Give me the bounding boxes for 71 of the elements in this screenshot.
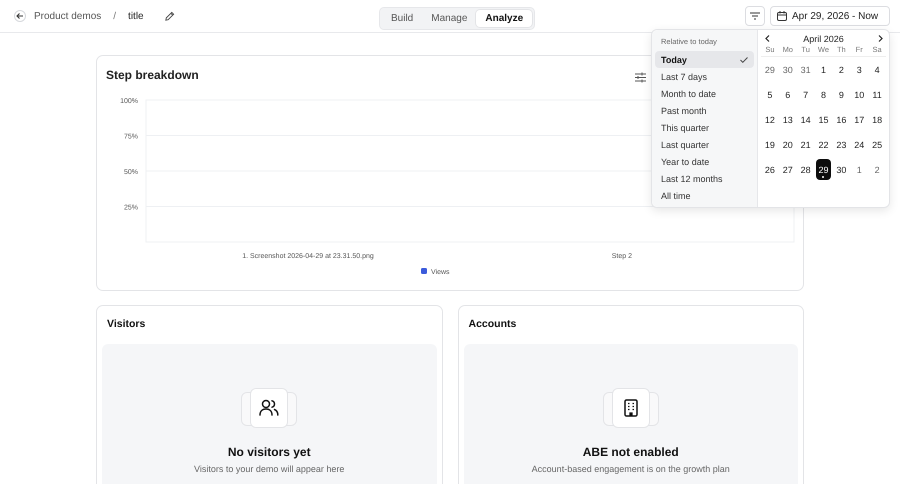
calendar-day[interactable]: 29 xyxy=(816,159,832,180)
calendar-day[interactable]: 10 xyxy=(851,84,868,105)
preset-option[interactable]: All time xyxy=(655,187,754,204)
sliders-icon[interactable] xyxy=(635,72,646,82)
calendar-day[interactable]: 1 xyxy=(851,159,868,180)
calendar-day[interactable]: 21 xyxy=(798,134,814,155)
calendar-day[interactable]: 24 xyxy=(851,134,868,155)
calendar-day[interactable]: 4 xyxy=(869,59,885,80)
calendar-day[interactable]: 29 xyxy=(762,59,778,80)
breadcrumb-link[interactable]: Product demos xyxy=(34,10,102,22)
calendar-day[interactable]: 28 xyxy=(798,159,814,180)
preset-option[interactable]: This quarter xyxy=(655,119,754,136)
page-title: title xyxy=(128,10,144,22)
panel-title: Visitors xyxy=(107,318,146,330)
empty-state-text: Account-based engagement is on the growth plan xyxy=(532,464,730,474)
calendar-day[interactable]: 18 xyxy=(869,109,885,130)
preset-option[interactable]: Last 7 days xyxy=(655,68,754,85)
calendar-day[interactable]: 9 xyxy=(833,84,850,105)
empty-state-text: Visitors to your demo will appear here xyxy=(194,464,344,474)
back-button[interactable] xyxy=(14,10,26,22)
calendar-day[interactable]: 13 xyxy=(780,109,796,130)
calendar-icon xyxy=(777,11,787,21)
preset-option[interactable]: Past month xyxy=(655,102,754,119)
date-range-button[interactable]: Apr 29, 2026 - Now xyxy=(770,6,890,26)
preset-option[interactable]: Last quarter xyxy=(655,136,754,153)
card-title: Step breakdown xyxy=(106,68,199,82)
calendar-day[interactable]: 26 xyxy=(762,159,778,180)
calendar-day[interactable]: 17 xyxy=(851,109,868,130)
preset-option[interactable]: Today xyxy=(655,51,754,68)
calendar-day[interactable]: 15 xyxy=(816,109,832,130)
pencil-icon[interactable] xyxy=(164,10,175,22)
calendar-day[interactable]: 11 xyxy=(869,84,885,105)
filter-button[interactable] xyxy=(745,6,765,26)
calendar-day[interactable]: 2 xyxy=(833,59,850,80)
view-tab[interactable]: Build xyxy=(382,10,422,27)
calendar-day[interactable]: 12 xyxy=(762,109,778,130)
back-arrow-icon xyxy=(16,12,24,20)
calendar-day[interactable]: 31 xyxy=(798,59,814,80)
calendar-day[interactable]: 2 xyxy=(869,159,885,180)
breadcrumb-separator: / xyxy=(113,10,116,22)
calendar-day[interactable]: 23 xyxy=(833,134,850,155)
panel-title: Accounts xyxy=(468,318,518,330)
people-icon xyxy=(259,399,280,417)
checkmark-icon xyxy=(740,56,748,62)
preset-option[interactable]: Year to date xyxy=(655,153,754,170)
view-tab[interactable]: Manage xyxy=(422,10,476,27)
building-icon xyxy=(624,399,638,417)
empty-state-title: ABE not enabled xyxy=(582,445,679,459)
calendar-day[interactable]: 25 xyxy=(869,134,885,155)
filter-icon xyxy=(750,12,760,20)
calendar-day[interactable]: 19 xyxy=(762,134,778,155)
calendar-day[interactable]: 20 xyxy=(780,134,796,155)
calendar-day[interactable]: 22 xyxy=(816,134,832,155)
calendar-day[interactable]: 6 xyxy=(780,84,796,105)
calendar-day[interactable]: 30 xyxy=(833,159,850,180)
empty-state-title: No visitors yet xyxy=(228,445,311,459)
chevron-right-icon xyxy=(878,35,882,42)
calendar-day[interactable]: 16 xyxy=(833,109,850,130)
preset-option[interactable]: Month to date xyxy=(655,85,754,102)
month-label: April 2026 xyxy=(803,34,844,44)
calendar-day[interactable]: 7 xyxy=(798,84,814,105)
calendar-day[interactable]: 27 xyxy=(780,159,796,180)
chevron-left-icon xyxy=(764,35,770,42)
calendar-day[interactable]: 3 xyxy=(851,59,868,80)
calendar-day[interactable]: 1 xyxy=(816,59,832,80)
preset-option[interactable]: Last 12 months xyxy=(655,170,754,187)
calendar-day[interactable]: 14 xyxy=(798,109,814,130)
calendar-day[interactable]: 30 xyxy=(780,59,796,80)
calendar-day[interactable]: 8 xyxy=(816,84,832,105)
calendar-day[interactable]: 5 xyxy=(762,84,778,105)
view-tab[interactable]: Analyze xyxy=(476,10,532,27)
